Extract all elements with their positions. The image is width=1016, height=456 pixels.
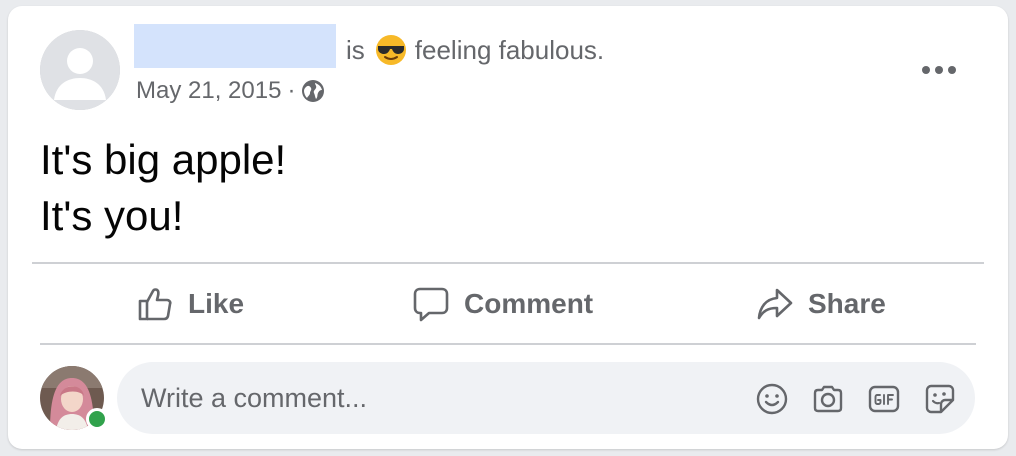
- activity-verb: is: [346, 34, 365, 65]
- gif-icon[interactable]: [867, 382, 901, 416]
- thumbs-up-icon: [138, 288, 172, 321]
- author-name[interactable]: [134, 24, 336, 68]
- camera-icon[interactable]: [811, 382, 845, 416]
- online-status-indicator: [86, 408, 108, 430]
- share-button[interactable]: Share: [756, 278, 886, 330]
- author-avatar[interactable]: [40, 30, 120, 110]
- sticker-icon[interactable]: [923, 382, 957, 416]
- share-arrow-icon: [757, 288, 793, 320]
- comment-input[interactable]: [141, 362, 701, 434]
- divider: [40, 343, 976, 345]
- like-label: Like: [188, 288, 245, 319]
- post-card: is feeling fabulous. May 21, 2015 · It's…: [8, 6, 1008, 449]
- globe-icon[interactable]: [301, 79, 325, 103]
- post-body-line: It's you!: [40, 192, 184, 239]
- comment-label: Comment: [464, 288, 594, 319]
- post-meta: May 21, 2015 ·: [136, 74, 325, 108]
- post-body-line: It's big apple!: [40, 136, 287, 183]
- like-button[interactable]: Like: [136, 278, 244, 330]
- meta-separator: ·: [287, 77, 296, 104]
- comment-button[interactable]: Comment: [412, 278, 593, 330]
- speech-bubble-icon: [413, 287, 449, 322]
- divider: [32, 262, 984, 264]
- post-date[interactable]: May 21, 2015: [136, 77, 281, 105]
- sunglasses-emoji-icon: [375, 34, 407, 66]
- smiley-icon[interactable]: [755, 382, 789, 416]
- share-label: Share: [808, 288, 886, 319]
- feeling-text[interactable]: feeling fabulous.: [415, 35, 604, 66]
- feeling-line: is feeling fabulous.: [346, 30, 604, 70]
- default-avatar-icon: [40, 30, 120, 110]
- post-body: It's big apple! It's you!: [40, 132, 286, 244]
- comment-composer[interactable]: [117, 362, 975, 434]
- ellipsis-icon: [922, 66, 956, 74]
- more-options-button[interactable]: [914, 50, 964, 90]
